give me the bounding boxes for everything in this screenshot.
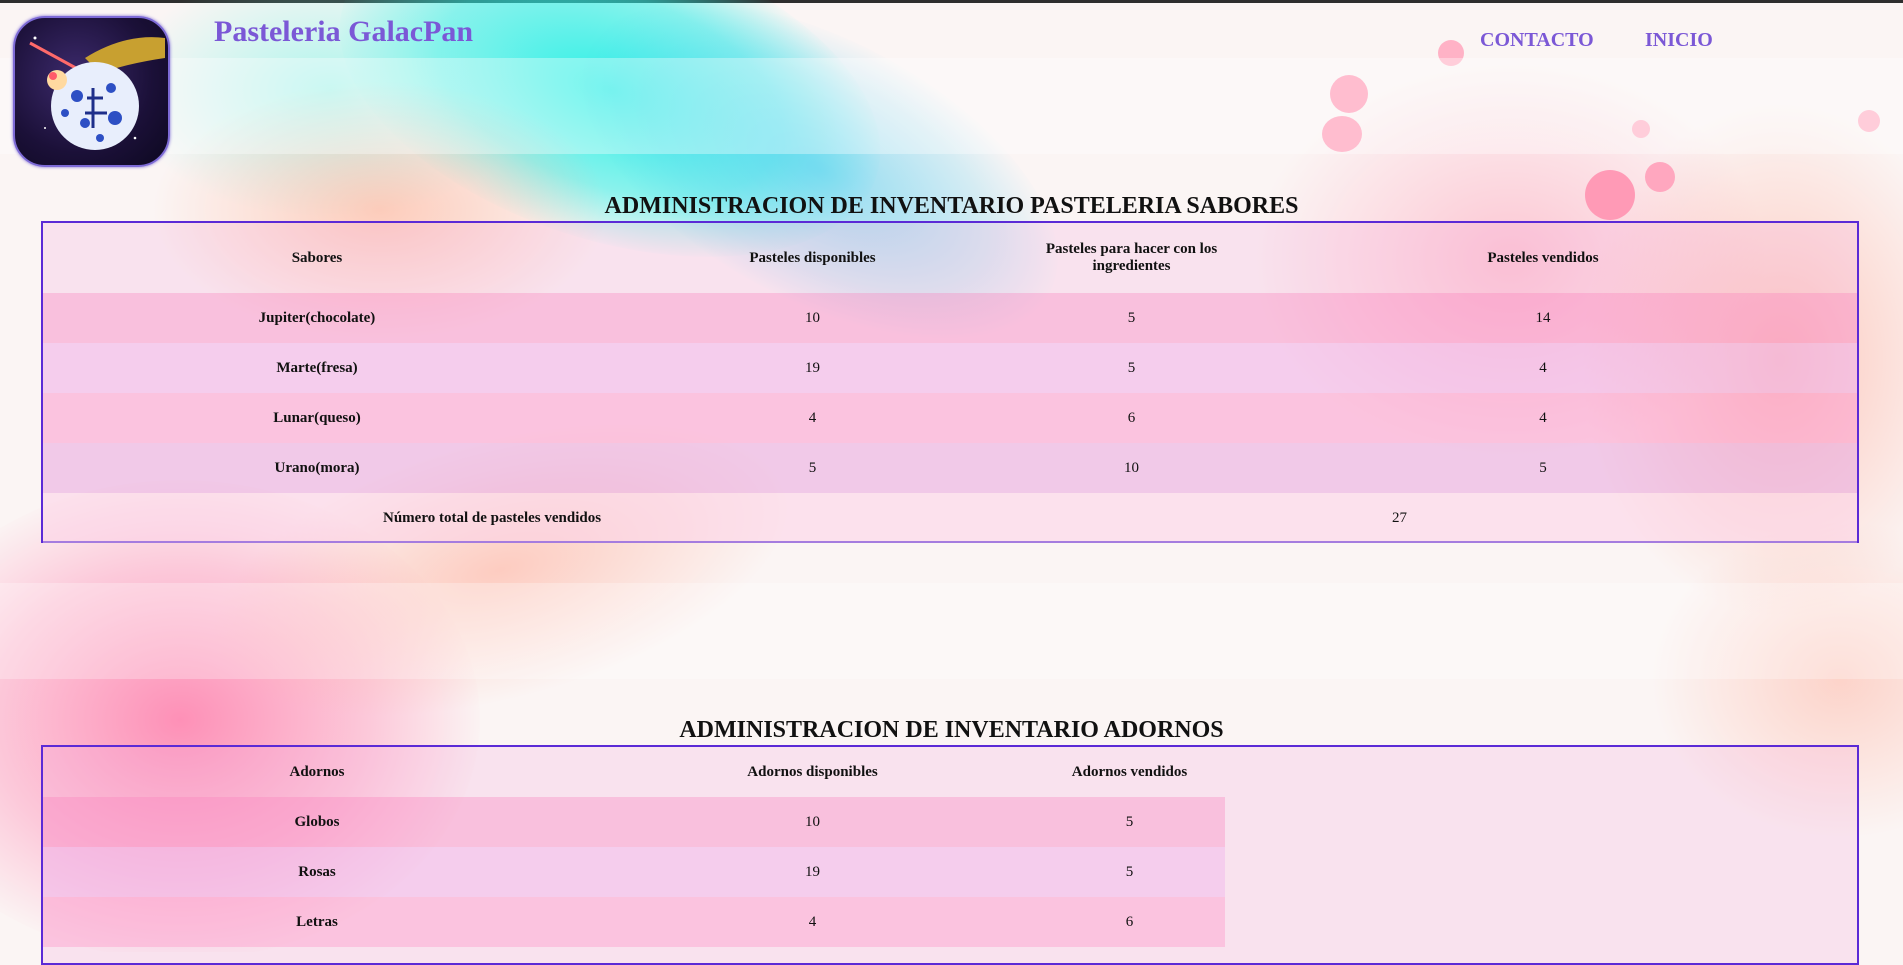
header-pasteles-disponibles: Pasteles disponibles <box>749 249 876 266</box>
site-header: Pasteleria GalacPan CONTACTO INICIO <box>0 3 1903 167</box>
site-brand-title: Pasteleria GalacPan <box>214 15 474 48</box>
header-sabores: Sabores <box>291 249 343 266</box>
table-row: Rosas 19 5 <box>43 847 1225 897</box>
table-row: Letras 4 6 <box>43 897 1225 947</box>
sold-count: 5 <box>1125 813 1134 830</box>
header-pasteles-vendidos: Pasteles vendidos <box>1487 249 1599 266</box>
flavors-inventory-table: Sabores Pasteles disponibles Pasteles pa… <box>41 221 1859 543</box>
sold-count: 5 <box>1125 863 1134 880</box>
sold-count: 6 <box>1125 913 1134 930</box>
table-row: Urano(mora) 5 10 5 <box>43 443 1857 493</box>
header-adornos: Adornos <box>289 763 345 780</box>
makeable-count: 10 <box>1124 459 1139 476</box>
flavors-header-row: Sabores Pasteles disponibles Pasteles pa… <box>43 223 1857 293</box>
makeable-count: 5 <box>1127 309 1136 326</box>
sold-count: 4 <box>1539 359 1547 376</box>
table-row: Marte(fresa) 19 5 4 <box>43 343 1857 393</box>
decoration-name: Rosas <box>298 863 336 880</box>
table-row: Jupiter(chocolate) 10 5 14 <box>43 293 1857 343</box>
table-row: Lunar(queso) 4 6 4 <box>43 393 1857 443</box>
flavor-name: Marte(fresa) <box>276 359 358 376</box>
sold-count: 5 <box>1539 459 1547 476</box>
flavors-section-title: ADMINISTRACION DE INVENTARIO PASTELERIA … <box>604 193 1299 219</box>
table-row: Globos 10 5 <box>43 797 1225 847</box>
total-sold-label: Número total de pasteles vendidos <box>383 509 602 526</box>
available-count: 4 <box>808 409 817 426</box>
flavor-name: Lunar(queso) <box>273 409 361 426</box>
available-count: 10 <box>805 813 820 830</box>
decoration-name: Letras <box>296 913 338 930</box>
flavor-name: Urano(mora) <box>274 459 360 476</box>
decorations-header-row: Adornos Adornos disponibles Adornos vend… <box>43 747 1225 797</box>
available-count: 4 <box>808 913 817 930</box>
available-count: 19 <box>805 863 820 880</box>
sold-count: 14 <box>1535 309 1551 326</box>
total-row: Número total de pasteles vendidos 27 <box>43 493 1857 543</box>
flavor-name: Jupiter(chocolate) <box>258 309 376 326</box>
sold-count: 4 <box>1539 409 1547 426</box>
nav-inicio-link[interactable]: INICIO <box>1645 29 1713 52</box>
decorations-inventory-table: Adornos Adornos disponibles Adornos vend… <box>41 745 1859 965</box>
header-adornos-vendidos: Adornos vendidos <box>1071 763 1188 780</box>
available-count: 19 <box>805 359 820 376</box>
nav-contacto-link[interactable]: CONTACTO <box>1480 29 1594 52</box>
header-pasteles-para-hacer: Pasteles para hacer con los ingredientes <box>1045 241 1218 274</box>
decoration-name: Globos <box>294 813 340 830</box>
decorations-section-title: ADMINISTRACION DE INVENTARIO ADORNOS <box>679 717 1224 743</box>
available-count: 5 <box>808 459 817 476</box>
galacpan-logo[interactable] <box>13 16 170 167</box>
makeable-count: 5 <box>1127 359 1136 376</box>
total-sold-value: 27 <box>1392 509 1407 526</box>
makeable-count: 6 <box>1127 409 1136 426</box>
header-adornos-disponibles: Adornos disponibles <box>747 763 878 780</box>
available-count: 10 <box>805 309 820 326</box>
